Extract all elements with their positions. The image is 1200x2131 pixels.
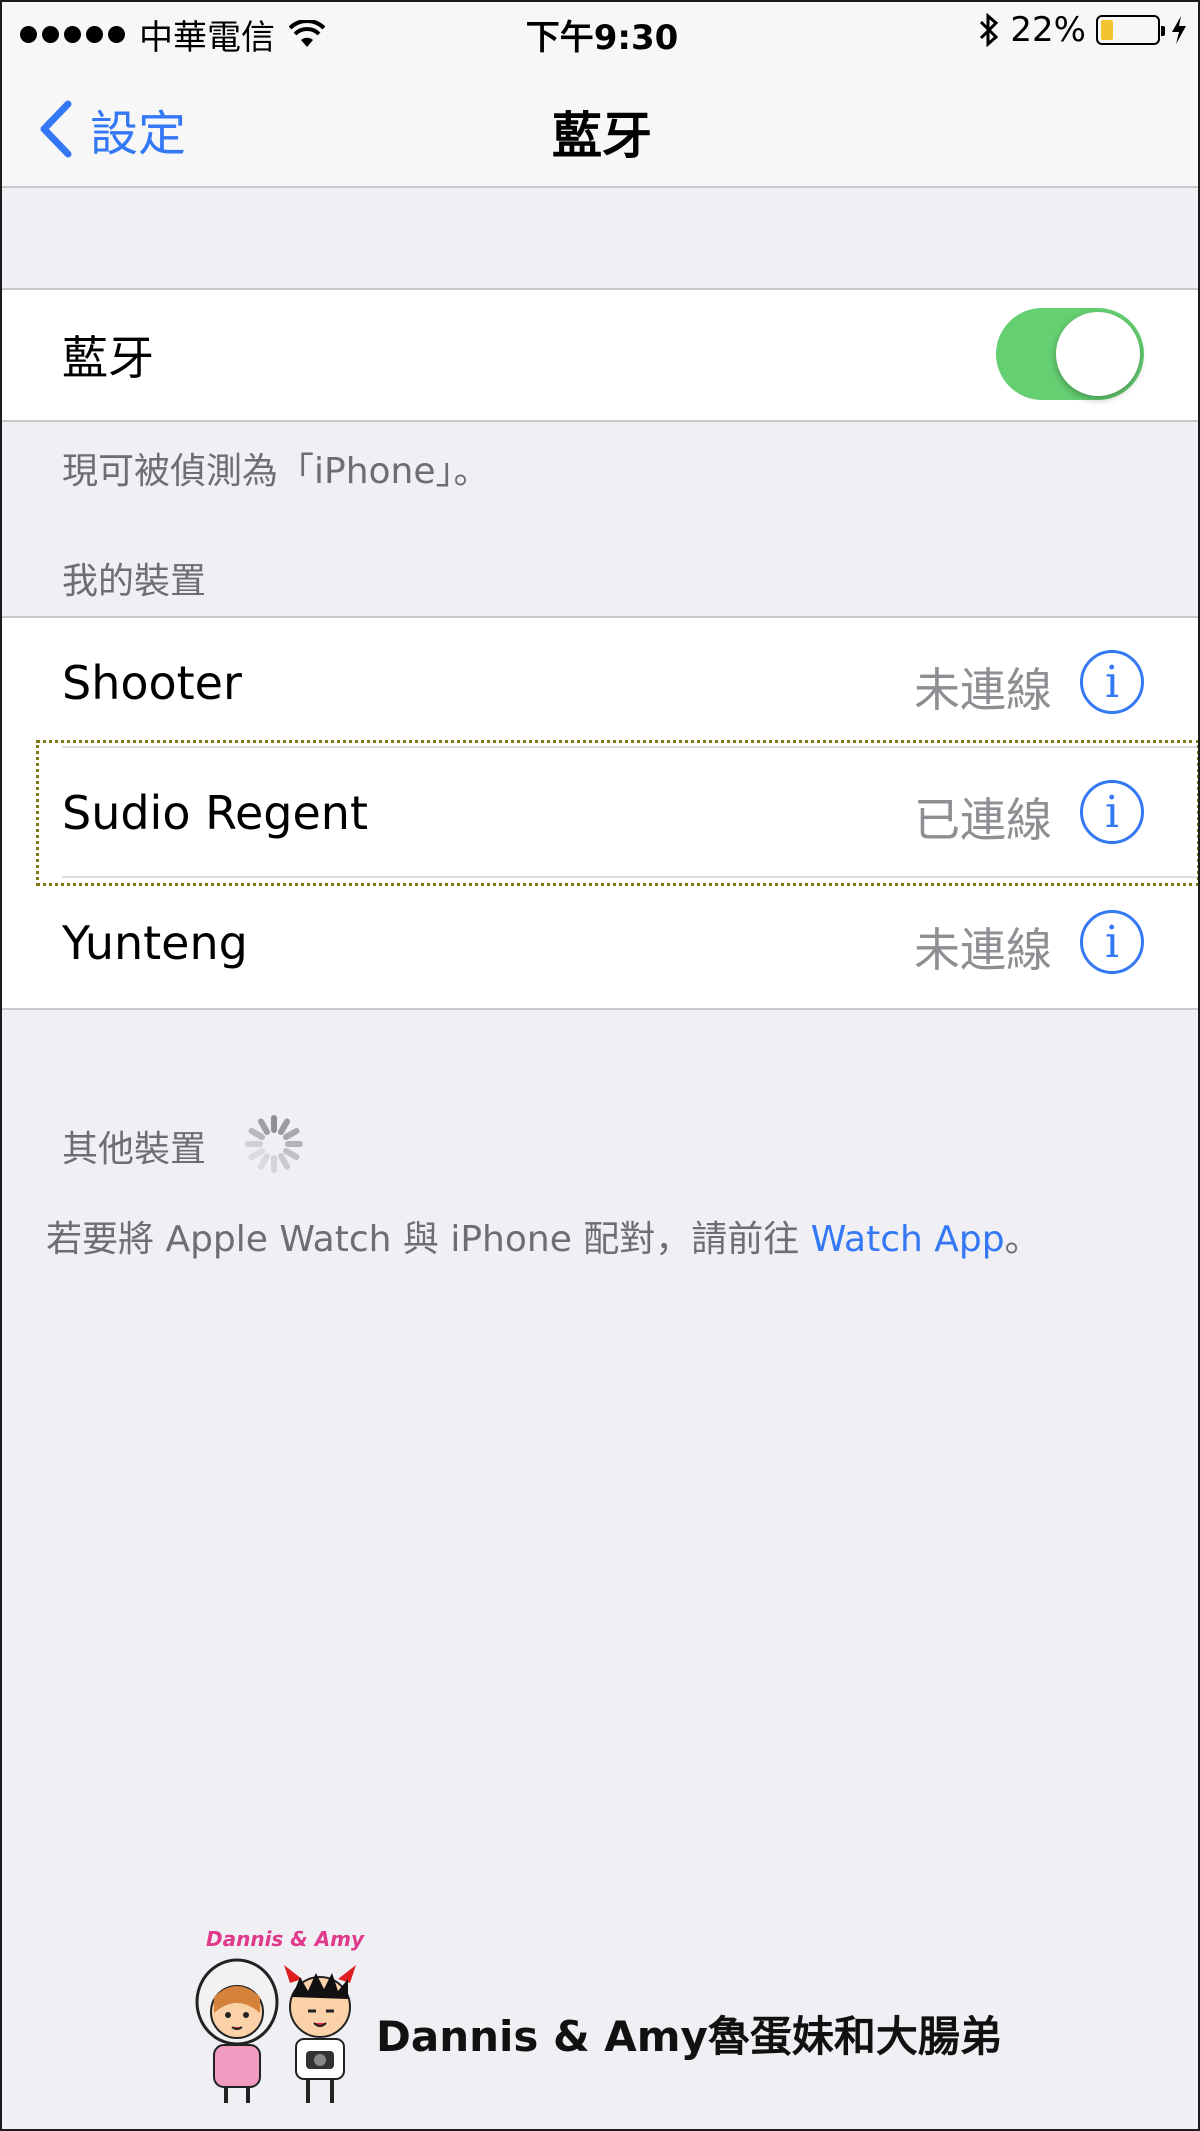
device-row-shooter[interactable]: Shooter 未連線 i bbox=[2, 618, 1198, 748]
bluetooth-toggle-row: 藍牙 bbox=[2, 290, 1198, 420]
info-icon[interactable]: i bbox=[1080, 650, 1144, 714]
device-row-yunteng[interactable]: Yunteng 未連線 i bbox=[2, 878, 1198, 1008]
my-devices-header: 我的裝置 bbox=[62, 561, 207, 602]
bluetooth-switch[interactable] bbox=[996, 308, 1144, 400]
pairing-text-suffix: 。 bbox=[1004, 1219, 1041, 1260]
device-row-sudio-regent[interactable]: Sudio Regent 已連線 i bbox=[2, 748, 1198, 878]
charging-bolt-icon bbox=[1172, 16, 1186, 44]
pairing-text-prefix: 若要將 Apple Watch 與 iPhone 配對，請前往 bbox=[46, 1219, 811, 1260]
mascot-boy-icon bbox=[284, 1965, 356, 2103]
my-devices-list: Shooter 未連線 i Sudio Regent 已連線 i Yunteng… bbox=[2, 616, 1198, 1010]
page-title: 藍牙 bbox=[552, 107, 652, 165]
switch-knob bbox=[1056, 312, 1140, 396]
device-status: 未連線 bbox=[914, 663, 1052, 717]
phone-screen: 中華電信 下午9:30 22% 設定 藍牙 藍牙 現可被偵測為「iPhone」。… bbox=[0, 0, 1200, 2131]
device-name: Shooter bbox=[62, 656, 242, 710]
device-status: 已連線 bbox=[914, 793, 1052, 847]
watermark-caption: Dannis & Amy魯蛋妹和大腸弟 bbox=[376, 2012, 1002, 2061]
status-bar: 中華電信 下午9:30 22% bbox=[2, 2, 1198, 64]
watermark: Dannis & Amy Dannis & Amy魯蛋妹和大腸弟 bbox=[192, 1927, 1002, 2103]
device-name: Sudio Regent bbox=[62, 786, 368, 840]
other-devices-header: 其他裝置 bbox=[62, 1129, 207, 1170]
watermark-logo: Dannis & Amy bbox=[206, 1927, 365, 1951]
apple-watch-pairing-text: 若要將 Apple Watch 與 iPhone 配對，請前往 Watch Ap… bbox=[46, 1210, 1041, 1262]
battery-icon bbox=[1096, 15, 1165, 45]
watch-app-link[interactable]: Watch App bbox=[811, 1219, 1005, 1260]
info-icon[interactable]: i bbox=[1080, 780, 1144, 844]
device-name: Yunteng bbox=[62, 916, 248, 970]
discoverable-text: 現可被偵測為「iPhone」。 bbox=[62, 451, 490, 492]
bluetooth-icon bbox=[980, 13, 999, 47]
battery-percent: 22% bbox=[1010, 10, 1086, 50]
navigation-bar: 設定 藍牙 bbox=[2, 64, 1198, 188]
bluetooth-label: 藍牙 bbox=[62, 331, 154, 385]
device-status: 未連線 bbox=[914, 923, 1052, 977]
mascot-girl-icon bbox=[195, 1958, 279, 2103]
info-icon[interactable]: i bbox=[1080, 910, 1144, 974]
loading-spinner-icon bbox=[245, 1115, 303, 1173]
bluetooth-toggle-group: 藍牙 bbox=[2, 288, 1198, 422]
